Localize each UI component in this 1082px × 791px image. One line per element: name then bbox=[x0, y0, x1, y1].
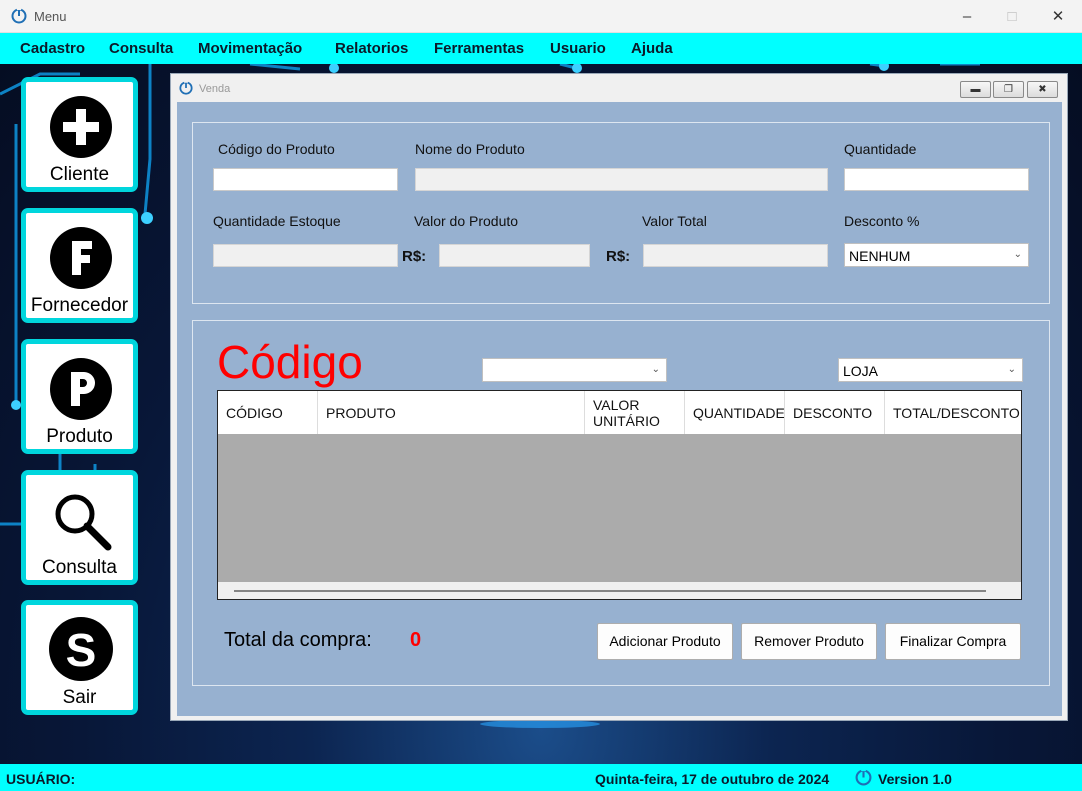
quantidade-label: Quantidade bbox=[844, 141, 917, 157]
venda-window: Venda ▬ ❐ ✖ Código do Produto Nome do Pr… bbox=[170, 73, 1068, 721]
valor-total-input[interactable] bbox=[643, 244, 828, 267]
venda-title: Venda bbox=[199, 83, 231, 95]
app-power-icon bbox=[11, 8, 27, 24]
menu-usuario[interactable]: Usuario bbox=[550, 40, 606, 57]
status-user-label: USUÁRIO: bbox=[6, 771, 76, 787]
minimize-button[interactable]: – bbox=[945, 4, 989, 30]
sidebar-cliente-label: Cliente bbox=[49, 164, 110, 185]
table-header: CÓDIGO PRODUTO VALOR UNITÁRIO QUANTIDADE… bbox=[218, 391, 1021, 434]
total-compra-label: Total da compra: bbox=[224, 629, 372, 651]
venda-titlebar: Venda ▬ ❐ ✖ bbox=[171, 74, 1067, 102]
column-header-desconto[interactable]: DESCONTO bbox=[785, 391, 885, 434]
venda-power-icon bbox=[179, 81, 193, 95]
adicionar-produto-button[interactable]: Adicionar Produto bbox=[597, 623, 733, 660]
table-horizontal-scrollbar[interactable] bbox=[218, 582, 1021, 599]
menu-consulta[interactable]: Consulta bbox=[109, 40, 173, 57]
sidebar-consulta-button[interactable]: Consulta bbox=[21, 470, 138, 585]
sidebar-sair-label: Sair bbox=[62, 687, 97, 708]
sidebar-fornecedor-label: Fornecedor bbox=[30, 295, 129, 316]
quantidade-input[interactable] bbox=[844, 168, 1029, 191]
column-header-codigo[interactable]: CÓDIGO bbox=[218, 391, 318, 434]
menu-ferramentas[interactable]: Ferramentas bbox=[434, 40, 524, 57]
valor-produto-label: Valor do Produto bbox=[414, 213, 519, 229]
column-header-total-desconto[interactable]: TOTAL/DESCONTO bbox=[885, 391, 1021, 434]
column-header-produto[interactable]: PRODUTO bbox=[318, 391, 585, 434]
magnifier-icon bbox=[50, 489, 114, 553]
desconto-select-value: NENHUM bbox=[849, 248, 911, 264]
total-compra-value: 0 bbox=[410, 629, 422, 651]
status-date: Quinta-feira, 17 de outubro de 2024 bbox=[595, 771, 830, 787]
codigo-heading: Código bbox=[217, 336, 363, 388]
maximize-button[interactable]: □ bbox=[990, 4, 1034, 30]
finalizar-compra-button[interactable]: Finalizar Compra bbox=[885, 623, 1021, 660]
letter-f-icon bbox=[50, 227, 112, 289]
svg-text:S: S bbox=[66, 624, 97, 676]
quantidade-estoque-input[interactable] bbox=[213, 244, 398, 267]
window-title: Menu bbox=[34, 9, 67, 24]
loja-select-value: LOJA bbox=[843, 363, 879, 379]
venda-minimize-button[interactable]: ▬ bbox=[960, 81, 991, 98]
column-header-quantidade[interactable]: QUANTIDADE bbox=[685, 391, 785, 434]
status-bar: USUÁRIO: Quinta-feira, 17 de outubro de … bbox=[0, 764, 1082, 791]
letter-s-icon: S bbox=[49, 617, 113, 681]
valor-total-label: Valor Total bbox=[642, 213, 707, 229]
chevron-down-icon: ⌄ bbox=[1007, 364, 1016, 375]
loja-select[interactable]: LOJA ⌄ bbox=[838, 358, 1023, 382]
sidebar-consulta-label: Consulta bbox=[42, 557, 117, 578]
menu-cadastro[interactable]: Cadastro bbox=[20, 40, 85, 57]
valor-total-currency: R$: bbox=[606, 248, 631, 265]
menu-relatorios[interactable]: Relatorios bbox=[335, 40, 408, 57]
letter-p-icon bbox=[50, 358, 112, 420]
nome-produto-label: Nome do Produto bbox=[415, 141, 525, 157]
codigo-produto-label: Código do Produto bbox=[218, 141, 335, 157]
chevron-down-icon: ⌄ bbox=[651, 364, 660, 375]
venda-form: Código do Produto Nome do Produto Quanti… bbox=[177, 102, 1062, 716]
column-header-valor-unitario[interactable]: VALOR UNITÁRIO bbox=[585, 391, 685, 434]
quantidade-estoque-label: Quantidade Estoque bbox=[213, 213, 341, 229]
codigo-produto-input[interactable] bbox=[213, 168, 398, 191]
nome-produto-input[interactable] bbox=[415, 168, 828, 191]
window-titlebar: Menu – □ ✕ bbox=[0, 0, 1082, 33]
menu-ajuda[interactable]: Ajuda bbox=[631, 40, 673, 57]
venda-close-button[interactable]: ✖ bbox=[1027, 81, 1058, 98]
valor-produto-input[interactable] bbox=[439, 244, 590, 267]
status-power-icon bbox=[855, 769, 872, 786]
chevron-down-icon: ⌄ bbox=[1013, 249, 1022, 260]
sidebar-cliente-button[interactable]: Cliente bbox=[21, 77, 138, 192]
scrollbar-thumb[interactable] bbox=[234, 590, 986, 592]
sidebar-fornecedor-button[interactable]: Fornecedor bbox=[21, 208, 138, 323]
sidebar-produto-label: Produto bbox=[46, 426, 113, 447]
close-button[interactable]: ✕ bbox=[1036, 4, 1080, 30]
venda-restore-button[interactable]: ❐ bbox=[993, 81, 1024, 98]
valor-produto-currency: R$: bbox=[402, 248, 427, 265]
filter-select[interactable]: ⌄ bbox=[482, 358, 667, 382]
sidebar-produto-button[interactable]: Produto bbox=[21, 339, 138, 454]
menu-movimentacao[interactable]: Movimentação bbox=[198, 40, 302, 57]
desconto-select[interactable]: NENHUM ⌄ bbox=[844, 243, 1029, 267]
status-version: Version 1.0 bbox=[878, 771, 952, 787]
sales-items-table[interactable]: CÓDIGO PRODUTO VALOR UNITÁRIO QUANTIDADE… bbox=[217, 390, 1022, 600]
remover-produto-button[interactable]: Remover Produto bbox=[741, 623, 877, 660]
sidebar-sair-button[interactable]: S Sair bbox=[21, 600, 138, 715]
menu-bar: Cadastro Consulta Movimentação Relatorio… bbox=[0, 33, 1082, 64]
desconto-label: Desconto % bbox=[844, 213, 920, 229]
plus-icon bbox=[50, 96, 112, 158]
